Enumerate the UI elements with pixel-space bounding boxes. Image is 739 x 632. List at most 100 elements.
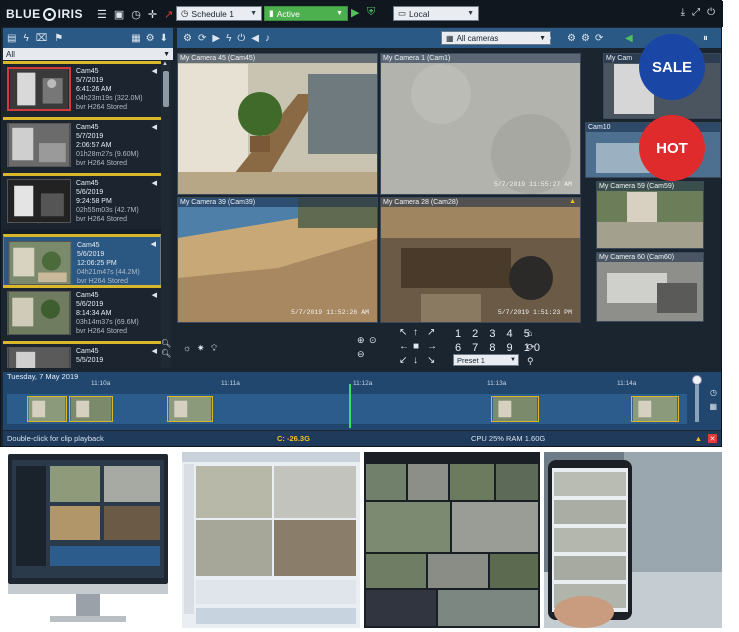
phone-app-photo [544, 452, 722, 628]
contrast-icon[interactable]: ✷ [197, 343, 205, 354]
ptz-home-icon[interactable]: ■ [413, 341, 419, 352]
timeline[interactable]: Tuesday, 7 May 2019 11:10a 11:11a 11:12a… [3, 372, 721, 430]
chart-icon[interactable]: ↗ [164, 8, 173, 21]
timeline-playhead[interactable] [349, 384, 351, 428]
clip-filter-select[interactable]: All ▼ [3, 48, 173, 60]
power-icon[interactable]: ⏻ [237, 33, 245, 44]
brightness-icon[interactable]: ☼ [183, 343, 191, 353]
preset-select[interactable]: Preset 1 ▼ [453, 354, 519, 366]
refresh-icon[interactable]: ⟳ [198, 33, 206, 44]
ptz-up-left-icon[interactable]: ↖ [399, 327, 407, 338]
camera-tile[interactable]: My Camera 1 (Cam1) 5/7/2019 11:55:27 AM [380, 53, 581, 195]
microphone-icon[interactable]: ♪ [265, 33, 270, 44]
calendar-icon[interactable]: ▦ [131, 33, 140, 44]
camera-group-select[interactable]: ▦ All cameras ▼ [441, 31, 551, 45]
key-icon[interactable]: ⊸ [543, 33, 551, 44]
clip-item[interactable]: Cam45 5/7/2019 6:41:26 AM 04h23m19s (322.0M… [3, 61, 161, 117]
logo-text-right: IRIS [57, 7, 84, 21]
clip-item[interactable]: Cam45 5/6/2019 9:24:58 PM 02h55m03s (42.7M)… [3, 173, 161, 229]
eye-icon[interactable]: ⊙ [369, 335, 377, 346]
ptz-down-icon[interactable]: ↓ [413, 355, 418, 366]
pause-icon[interactable]: ⏸ [703, 33, 708, 44]
clip-thumbnail [7, 347, 71, 368]
refresh-icon[interactable]: ⟳ [595, 33, 603, 44]
timeline-clip[interactable] [631, 396, 679, 422]
video-icon[interactable]: ▶ [212, 33, 220, 44]
scroll-up-icon[interactable]: ▲ [162, 61, 168, 67]
ptz-down-left-icon[interactable]: ↙ [399, 355, 407, 366]
clip-zoom-controls: 🔍︎ 🔍︎ [161, 339, 173, 359]
expand-icon[interactable]: ⤢ [692, 7, 700, 18]
lightning-icon[interactable]: ϟ [23, 33, 28, 44]
warning-icon[interactable]: ▲ [695, 434, 702, 443]
clip-list-scrollbar[interactable]: ▲ [161, 61, 171, 368]
clip-duration: 01h28m27s (9.60M) [76, 151, 139, 158]
camera-label: My Camera 28 (Cam28) [381, 198, 580, 207]
settings-icon[interactable]: ⚙ [581, 33, 590, 44]
settings-icon[interactable]: ⚙ [146, 33, 155, 44]
clock-icon[interactable]: ◷ [710, 388, 717, 397]
timeline-clip[interactable] [167, 396, 213, 422]
timeline-clip[interactable] [69, 396, 113, 422]
ptz-panel: ☼ ✷ 💡︎ ⊕ ⊙ ⊖ ↖ ↑ ↗ ← ■ → ↙ ↓ ↘ 1 2 3 4 5… [177, 325, 721, 371]
volume-icon[interactable]: ◀ [625, 33, 633, 44]
server-select[interactable]: ▭ Local ▼ [393, 6, 479, 21]
clip-item[interactable]: Cam45 5/6/2019 8:14:34 AM 03h14m37s (69.6M)… [3, 285, 161, 341]
bulb-icon[interactable]: 💡︎ [211, 343, 217, 354]
chevron-down-icon: ▼ [163, 50, 170, 58]
speaker-icon[interactable]: ◀ [251, 33, 259, 44]
timeline-tick: 11:10a [91, 380, 111, 387]
home-icon[interactable]: ⌂ [527, 328, 532, 338]
timeline-clip[interactable] [27, 396, 67, 422]
download-arrow-icon[interactable]: ⬇ [160, 33, 168, 44]
filter-icon[interactable]: ⌧ [36, 33, 48, 44]
clip-thumbnail [8, 241, 72, 285]
timeline-track[interactable] [7, 394, 687, 424]
clip-time: 6:41:26 AM [76, 86, 112, 93]
ptz-right-icon[interactable]: → [427, 341, 437, 352]
calendar-icon[interactable]: ▦ [709, 402, 717, 411]
list-icon[interactable]: ☰ [97, 8, 107, 21]
profile-select[interactable]: ▮ Active ▼ [264, 6, 348, 21]
window-icon[interactable]: ▣ [114, 8, 124, 21]
clip-item[interactable]: Cam45 5/7/2019 2:06:57 AM 01h28m27s (9.60M)… [3, 117, 161, 173]
preset-buttons-row1[interactable]: 1 2 3 4 5 [455, 328, 534, 340]
clock-icon[interactable]: ◷ [131, 8, 141, 21]
ptz-down-right-icon[interactable]: ↘ [427, 355, 435, 366]
move-icon[interactable]: ✛ [148, 8, 157, 21]
status-hint: Double-click for clip playback [7, 434, 104, 443]
clip-item[interactable]: Cam45 5/5/2019 ◀ [3, 341, 161, 368]
flag-icon[interactable]: ⚑ [54, 33, 63, 44]
camera-tile[interactable]: My Camera 45 (Cam45) [177, 53, 378, 195]
timeline-clip[interactable] [491, 396, 539, 422]
zoom-out-icon[interactable]: ⊖ [357, 349, 365, 360]
zoom-in-icon[interactable]: 🔍︎ [161, 339, 173, 349]
ptz-left-icon[interactable]: ← [399, 341, 409, 352]
camera-tile[interactable]: My Camera 39 (Cam39) 5/7/2019 11:52:26 A… [177, 197, 378, 323]
clip-time: 9:24:58 PM [76, 198, 112, 205]
folder-icon[interactable]: ▤ [7, 33, 16, 44]
zoom-out-icon[interactable]: 🔍︎ [161, 349, 173, 359]
ptz-up-right-icon[interactable]: ↗ [427, 327, 435, 338]
schedule-select[interactable]: ◷ Schedule 1 ▼ [176, 6, 262, 21]
clip-item-selected[interactable]: Cam45 5/6/2019 12:06:25 PM 04h21m47s (44.2M… [3, 234, 161, 290]
camera-tile[interactable]: My Camera 60 (Cam60) [596, 252, 704, 322]
close-icon[interactable]: ✕ [708, 434, 717, 443]
power-icon[interactable]: ⏻ [707, 7, 715, 18]
logo-text-left: BLUE [6, 7, 41, 21]
cycle-icon[interactable]: ⟳ [527, 342, 535, 353]
ptz-up-icon[interactable]: ↑ [413, 327, 418, 338]
camera-tile[interactable]: My Camera 59 (Cam59) [596, 181, 704, 249]
download-icon[interactable]: ⤓ [681, 7, 685, 18]
camera-tile[interactable]: My Camera 28 (Cam28) ▲ 5/7/2019 1:51:23 … [380, 197, 581, 323]
pin-icon[interactable]: ⚲ [527, 356, 534, 367]
shield-icon[interactable]: ⛨ [367, 6, 375, 19]
speaker-icon: ◀ [151, 292, 157, 299]
scrollbar-thumb[interactable] [163, 71, 169, 107]
play-icon[interactable]: ▶ [351, 6, 359, 19]
gear-icon[interactable]: ⚙ [567, 33, 576, 44]
gear-icon[interactable]: ⚙ [183, 33, 192, 44]
zoom-in-icon[interactable]: ⊕ [357, 335, 365, 346]
timeline-zoom-knob[interactable] [692, 375, 702, 385]
lightning-icon[interactable]: ϟ [226, 33, 231, 44]
